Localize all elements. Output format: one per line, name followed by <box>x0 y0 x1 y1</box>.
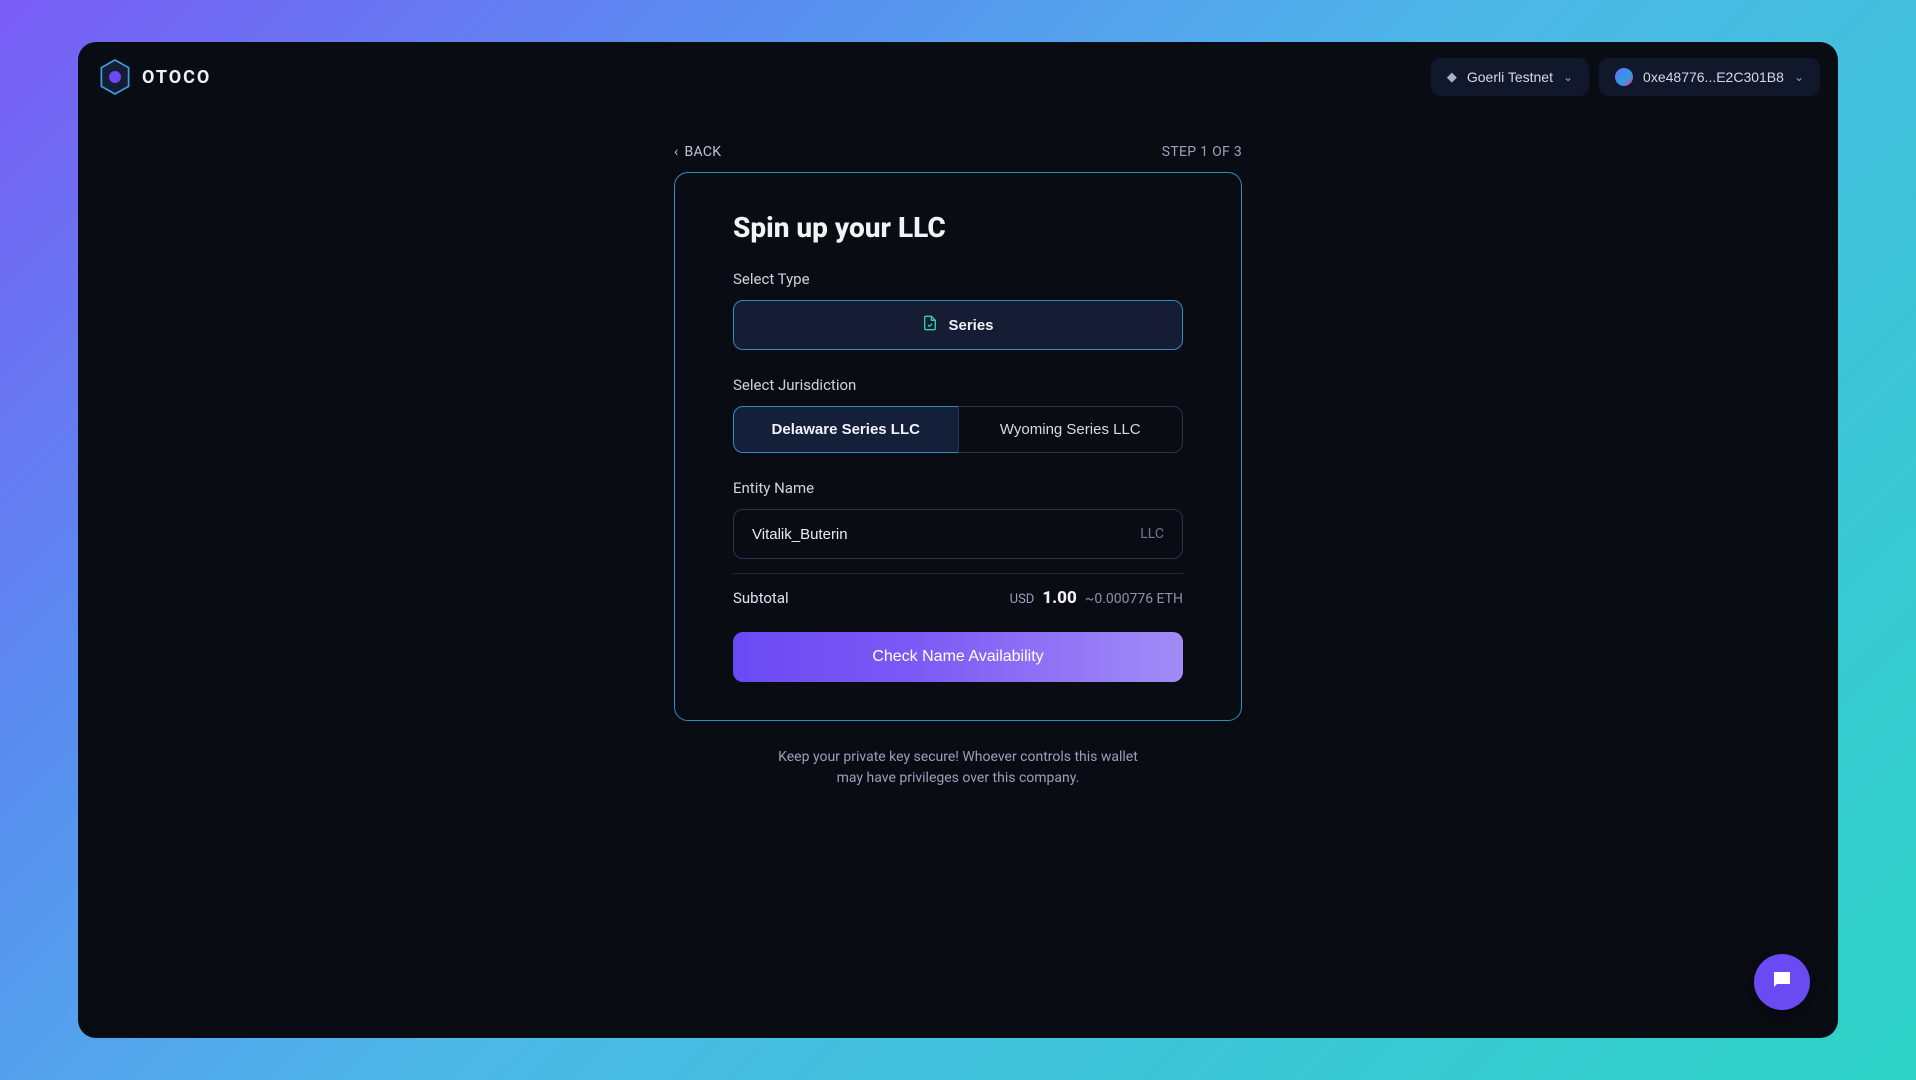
jurisdiction-option-wyoming[interactable]: Wyoming Series LLC <box>958 406 1184 453</box>
back-button[interactable]: ‹ BACK <box>674 144 721 160</box>
step-meta-row: ‹ BACK STEP 1 OF 3 <box>674 144 1242 160</box>
check-availability-label: Check Name Availability <box>872 648 1043 665</box>
app-window: OTOCO ◆ Goerli Testnet ⌄ 0xe48776...E2C3… <box>78 42 1838 1038</box>
chevron-down-icon: ⌄ <box>1563 70 1573 84</box>
footnote: Keep your private key secure! Whoever co… <box>674 747 1242 789</box>
jurisdiction-label-delaware: Delaware Series LLC <box>772 421 920 438</box>
ethereum-icon: ◆ <box>1447 69 1457 85</box>
entity-name-suffix: LLC <box>1140 526 1164 542</box>
eth-approx: ~0.000776 ETH <box>1085 591 1183 607</box>
chevron-down-icon: ⌄ <box>1794 70 1804 84</box>
content: ‹ BACK STEP 1 OF 3 Spin up your LLC Sele… <box>96 144 1820 789</box>
entity-name-field-wrap: LLC <box>733 509 1183 559</box>
topbar: OTOCO ◆ Goerli Testnet ⌄ 0xe48776...E2C3… <box>96 58 1820 104</box>
network-selector[interactable]: ◆ Goerli Testnet ⌄ <box>1431 58 1589 96</box>
step-indicator: STEP 1 OF 3 <box>1162 144 1242 160</box>
form-card: Spin up your LLC Select Type Series Sele… <box>674 172 1242 721</box>
wallet-selector[interactable]: 0xe48776...E2C301B8 ⌄ <box>1599 58 1820 96</box>
usd-amount: 1.00 <box>1042 588 1076 608</box>
top-controls: ◆ Goerli Testnet ⌄ 0xe48776...E2C301B8 ⌄ <box>1431 58 1820 96</box>
back-label: BACK <box>685 144 722 160</box>
usd-currency-label: USD <box>1010 592 1035 607</box>
subtotal-values: USD 1.00 ~0.000776 ETH <box>1010 588 1183 608</box>
brand[interactable]: OTOCO <box>96 58 211 96</box>
type-option-label: Series <box>948 317 993 334</box>
subtotal-row: Subtotal USD 1.00 ~0.000776 ETH <box>733 588 1183 608</box>
chat-launcher[interactable] <box>1754 954 1810 1010</box>
jurisdiction-label-wyoming: Wyoming Series LLC <box>1000 421 1141 438</box>
jurisdiction-group: Delaware Series LLC Wyoming Series LLC <box>733 406 1183 453</box>
type-option-series[interactable]: Series <box>733 300 1183 350</box>
divider <box>733 573 1183 574</box>
jurisdiction-label: Select Jurisdiction <box>733 376 1183 394</box>
type-label: Select Type <box>733 270 1183 288</box>
jurisdiction-option-delaware[interactable]: Delaware Series LLC <box>733 406 959 453</box>
chevron-left-icon: ‹ <box>674 144 679 160</box>
entity-name-label: Entity Name <box>733 479 1183 497</box>
chat-icon <box>1770 968 1794 996</box>
page-title: Spin up your LLC <box>733 211 1183 244</box>
network-label: Goerli Testnet <box>1467 69 1553 85</box>
logo-icon <box>98 58 132 96</box>
document-icon <box>922 315 938 335</box>
check-availability-button[interactable]: Check Name Availability <box>733 632 1183 682</box>
subtotal-label: Subtotal <box>733 589 789 607</box>
wallet-address: 0xe48776...E2C301B8 <box>1643 69 1784 85</box>
brand-name: OTOCO <box>142 67 211 88</box>
wallet-avatar-icon <box>1615 68 1633 86</box>
entity-name-input[interactable] <box>752 526 1140 543</box>
